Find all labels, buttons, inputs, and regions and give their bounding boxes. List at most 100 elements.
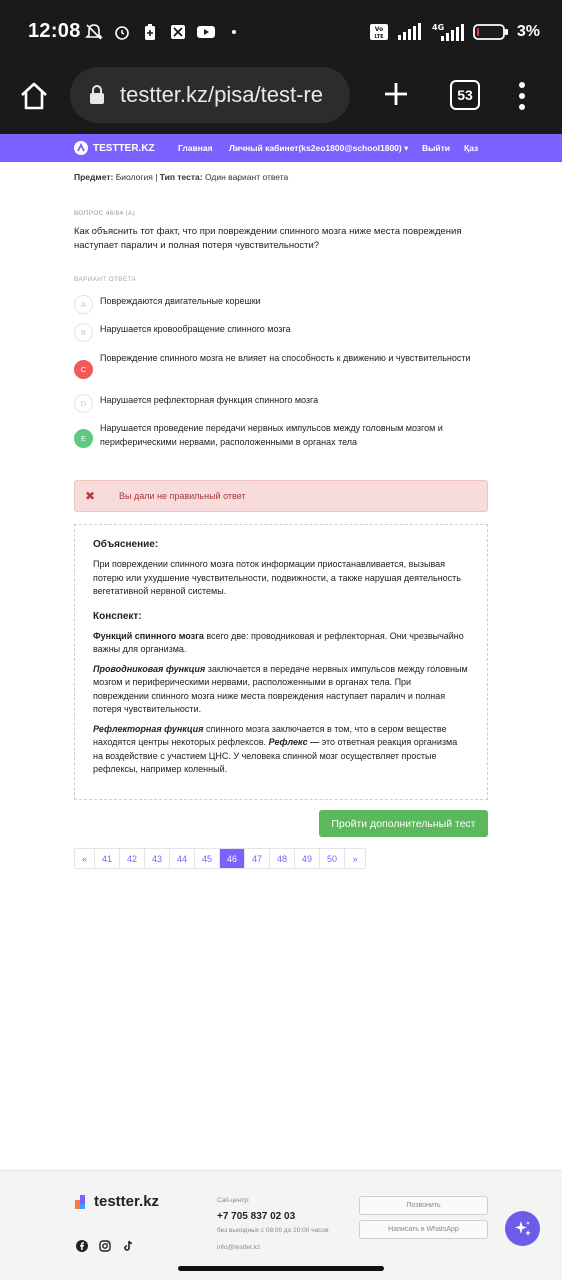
svg-text:Vo: Vo <box>375 26 383 33</box>
option-letter: B <box>74 323 93 342</box>
page-link[interactable]: 41 <box>95 849 120 868</box>
subject-value: Биология <box>115 172 153 182</box>
home-icon[interactable] <box>18 80 50 112</box>
gesture-bar[interactable] <box>178 1266 384 1271</box>
answers-label: ВАРИАНТ ОТВЕТА <box>74 276 137 283</box>
page-link[interactable]: 42 <box>120 849 145 868</box>
option-letter: D <box>74 394 93 413</box>
footer-logo[interactable]: testter.kz <box>74 1193 159 1210</box>
page-link[interactable]: 48 <box>270 849 295 868</box>
summary-paragraph-1: Функций спинного мозга всего две: провод… <box>93 630 469 657</box>
social-links <box>75 1239 134 1252</box>
result-alert: ✖ Вы дали не правильный ответ <box>74 480 488 512</box>
option-a[interactable]: A Повреждаются двигательные корешки <box>74 295 488 314</box>
site-navbar: TESTTER.KZ Главная Личный кабинет(ks2eo1… <box>0 134 562 162</box>
summary-term: Рефлекторная функция <box>93 723 204 734</box>
browser-toolbar: testter.kz/pisa/test-re 53 <box>0 64 562 134</box>
pagination: « 41 42 43 44 45 46 47 48 49 50 » <box>74 848 366 869</box>
browser-menu-icon[interactable] <box>508 80 536 112</box>
battery-icon <box>472 24 508 40</box>
page-link[interactable]: 43 <box>145 849 170 868</box>
summary-term: Функций спинного мозга <box>93 630 204 641</box>
more-notifications-icon <box>232 30 236 34</box>
pagination-next[interactable]: » <box>345 849 365 868</box>
option-letter: E <box>74 429 93 448</box>
option-text: Нарушается рефлекторная функция спинного… <box>100 395 319 405</box>
site-footer: testter.kz Call-центр: +7 705 837 02 03 … <box>0 1170 562 1280</box>
page-link[interactable]: 47 <box>245 849 270 868</box>
explanation-title: Объяснение: <box>93 539 159 550</box>
pagination-prev[interactable]: « <box>75 849 95 868</box>
tab-switcher-button[interactable]: 53 <box>450 80 480 110</box>
mute-icon <box>84 22 104 42</box>
option-letter: A <box>74 295 93 314</box>
new-tab-icon[interactable] <box>380 78 412 110</box>
callcenter-label: Call-центр: <box>217 1197 250 1204</box>
battery-saver-icon <box>140 22 160 42</box>
chevron-down-icon: ▾ <box>404 143 409 153</box>
type-value: Один вариант ответа <box>204 172 289 182</box>
close-icon: ✖ <box>85 489 96 503</box>
page-link[interactable]: 50 <box>320 849 345 868</box>
additional-test-button[interactable]: Пройти дополнительный тест <box>319 810 488 837</box>
nav-home[interactable]: Главная <box>178 143 213 153</box>
type-label: Тип теста: <box>159 172 203 182</box>
tiktok-icon[interactable] <box>121 1239 134 1252</box>
logo-icon <box>75 1194 85 1209</box>
svg-text:LTE: LTE <box>374 34 384 40</box>
option-text: Повреждение спинного мозга не влияет на … <box>100 353 471 363</box>
option-text: Нарушается кровообращение спинного мозга <box>100 324 291 334</box>
signal-4g-icon: 4G <box>432 23 464 41</box>
volte-icon: VoLTE <box>369 24 388 40</box>
svg-text:4G: 4G <box>432 23 444 32</box>
question-number: ВОПРОС 46/84 (А) <box>74 210 136 217</box>
summary-term: Проводниковая функция <box>93 663 206 674</box>
explanation-box: Объяснение: При повреждении спинного моз… <box>74 524 488 800</box>
site-brand[interactable]: TESTTER.KZ <box>74 141 155 155</box>
instagram-icon[interactable] <box>98 1239 111 1252</box>
ai-assistant-button[interactable] <box>505 1211 540 1246</box>
url-text: testter.kz/pisa/test-re <box>120 82 323 107</box>
brand-logo-icon <box>74 141 88 155</box>
option-letter: C <box>74 360 93 379</box>
option-c[interactable]: C Повреждение спинного мозга не влияет н… <box>74 351 488 379</box>
nav-cabinet[interactable]: Личный кабинет(ks2eo1800@school1800) ▾ <box>229 143 408 154</box>
summary-paragraph-2: Проводниковая функция заключается в пере… <box>93 663 469 717</box>
test-meta: Предмет: Биология | Тип теста: Один вари… <box>74 172 288 182</box>
status-bar: 12:08 Vo LTE 4G 3% <box>0 0 562 64</box>
page-link[interactable]: 44 <box>170 849 195 868</box>
address-bar[interactable]: testter.kz/pisa/test-re <box>70 67 350 123</box>
system-status-icons: Vo LTE 4G 3% <box>369 22 540 42</box>
status-time: 12:08 <box>28 20 81 42</box>
option-e[interactable]: E Нарушается проведение передачи нервных… <box>74 421 488 449</box>
nav-cabinet-label: Личный кабинет(ks2eo1800@school1800) <box>229 143 402 153</box>
option-b[interactable]: B Нарушается кровообращение спинного моз… <box>74 323 488 342</box>
brand-name: TESTTER.KZ <box>93 142 155 154</box>
nav-language[interactable]: Қаз <box>464 143 478 153</box>
page-link[interactable]: 49 <box>295 849 320 868</box>
sparkle-icon <box>514 1220 531 1236</box>
signal-icon <box>397 23 421 40</box>
option-d[interactable]: D Нарушается рефлекторная функция спинно… <box>74 394 488 413</box>
lock-icon <box>90 85 104 104</box>
summary-title: Конспект: <box>93 610 142 622</box>
call-button[interactable]: Позвонить <box>359 1196 488 1215</box>
explanation-text: При повреждении спинного мозга поток инф… <box>93 559 461 596</box>
page-link[interactable]: 45 <box>195 849 220 868</box>
footer-email[interactable]: info@testter.kz <box>217 1244 260 1251</box>
page-link-active[interactable]: 46 <box>220 849 245 868</box>
callcenter-hours: без выходных с 08:00 до 20:00 часов <box>217 1227 329 1234</box>
question-text: Как объяснить тот факт, что при поврежде… <box>74 226 462 251</box>
alert-text: Вы дали не правильный ответ <box>119 491 246 501</box>
summary-paragraph-3: Рефлекторная функция спинного мозга закл… <box>93 723 469 777</box>
battery-percent: 3% <box>516 23 540 40</box>
alarm-icon <box>112 22 132 42</box>
option-text: Повреждаются двигательные корешки <box>100 296 261 306</box>
whatsapp-button[interactable]: Написать в WhatsApp <box>359 1220 488 1239</box>
notification-icons <box>84 22 236 42</box>
option-text: Нарушается проведение передачи нервных и… <box>100 423 443 447</box>
facebook-icon[interactable] <box>75 1239 88 1252</box>
youtube-icon <box>196 22 216 42</box>
nav-logout[interactable]: Выйти <box>422 143 450 153</box>
callcenter-phone[interactable]: +7 705 837 02 03 <box>217 1211 295 1222</box>
